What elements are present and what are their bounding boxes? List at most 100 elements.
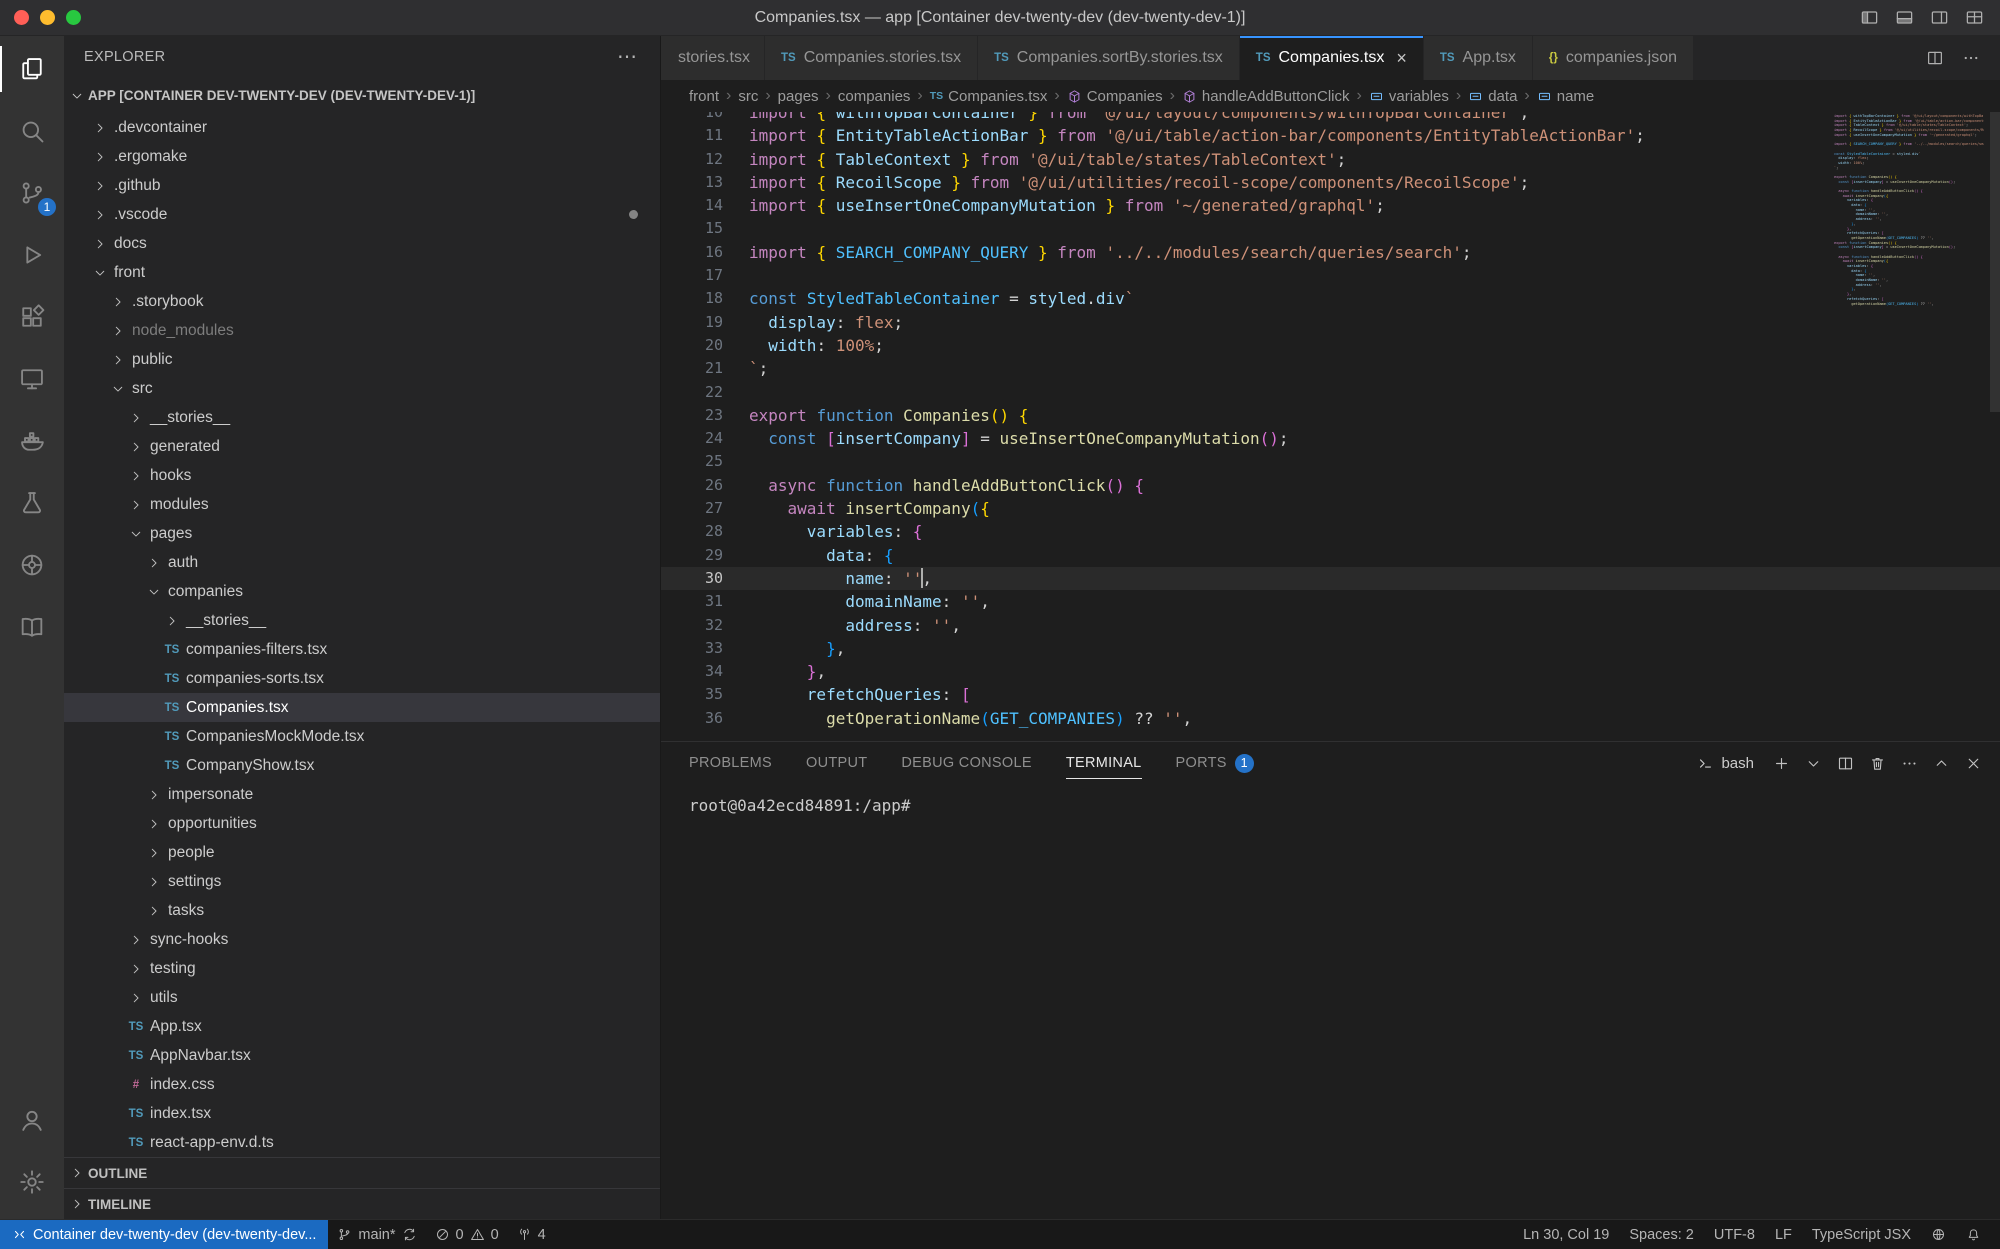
tree-item-ergomake[interactable]: .ergomake [64,142,660,171]
panel-tab-ports[interactable]: PORTS1 [1176,742,1254,784]
tree-item-appnavbar-tsx[interactable]: TSAppNavbar.tsx [64,1041,660,1070]
panel-tab-debug-console[interactable]: DEBUG CONSOLE [901,742,1031,784]
code-line-31[interactable]: 31 domainName: '', [661,590,2000,613]
tree-item-modules[interactable]: modules [64,490,660,519]
tree-item-tasks[interactable]: tasks [64,896,660,925]
tree-item-companiesmockmode-tsx[interactable]: TSCompaniesMockMode.tsx [64,722,660,751]
activity-item-settings[interactable] [0,1151,64,1213]
customize-layout-icon[interactable] [1965,8,1984,27]
tree-item-sync-hooks[interactable]: sync-hooks [64,925,660,954]
close-window-button[interactable] [14,10,29,25]
activity-item-remote-explorer[interactable] [0,348,64,410]
terminal-shell-selector[interactable]: bash [1697,755,1754,772]
close-tab-icon[interactable]: × [1396,49,1407,67]
tree-item-companies-filters-tsx[interactable]: TScompanies-filters.tsx [64,635,660,664]
tree-item-testing[interactable]: testing [64,954,660,983]
tree-item-people[interactable]: people [64,838,660,867]
breadcrumb-item-companies[interactable]: companies [838,88,911,105]
ports-indicator[interactable]: 4 [508,1220,555,1249]
code-line-29[interactable]: 29 data: { [661,544,2000,567]
code-line-25[interactable]: 25 [661,450,2000,473]
code-line-12[interactable]: 12import { TableContext } from '@/ui/tab… [661,148,2000,171]
tree-item-app-tsx[interactable]: TSApp.tsx [64,1012,660,1041]
cursor-position[interactable]: Ln 30, Col 19 [1514,1220,1618,1249]
eol[interactable]: LF [1766,1220,1801,1249]
code-line-19[interactable]: 19 display: flex; [661,311,2000,334]
tab-companies-stories-tsx[interactable]: TSCompanies.stories.tsx [765,36,978,80]
split-icon[interactable] [1837,755,1854,772]
tree-item-node-modules[interactable]: node_modules [64,316,660,345]
code-line-13[interactable]: 13import { RecoilScope } from '@/ui/util… [661,171,2000,194]
code-line-20[interactable]: 20 width: 100%; [661,334,2000,357]
section-outline[interactable]: OUTLINE [64,1157,660,1188]
panel-tab-problems[interactable]: PROBLEMS [689,742,772,784]
tree-item-companies[interactable]: companies [64,577,660,606]
tree-item-opportunities[interactable]: opportunities [64,809,660,838]
breadcrumb-item-name[interactable]: name [1537,88,1595,105]
tree-item-storybook[interactable]: .storybook [64,287,660,316]
activity-item-docker[interactable] [0,410,64,472]
notifications-bell-icon[interactable] [1957,1220,1990,1249]
plus-icon[interactable] [1773,755,1790,772]
tree-item-stories[interactable]: __stories__ [64,606,660,635]
tree-item-hooks[interactable]: hooks [64,461,660,490]
breadcrumb-item-variables[interactable]: variables [1369,88,1449,105]
code-line-32[interactable]: 32 address: '', [661,614,2000,637]
code-line-24[interactable]: 24 const [insertCompany] = useInsertOneC… [661,427,2000,450]
tab-companies-sortby-stories-tsx[interactable]: TSCompanies.sortBy.stories.tsx [978,36,1240,80]
activity-item-accounts[interactable] [0,1089,64,1151]
code-line-34[interactable]: 34 }, [661,660,2000,683]
code-line-11[interactable]: 11import { EntityTableActionBar } from '… [661,124,2000,147]
chevron-down-icon[interactable] [1805,755,1822,772]
tree-item-pages[interactable]: pages [64,519,660,548]
ellipsis-icon[interactable] [1901,755,1918,772]
tree-item-utils[interactable]: utils [64,983,660,1012]
code-line-30[interactable]: 30 name: '', [661,567,2000,590]
code-line-33[interactable]: 33 }, [661,637,2000,660]
git-branch-indicator[interactable]: main* [328,1220,425,1249]
code-editor[interactable]: 10import { withTopBarContainer } from '@… [661,112,2000,741]
code-line-18[interactable]: 18const StyledTableContainer = styled.di… [661,287,2000,310]
tree-item-index-tsx[interactable]: TSindex.tsx [64,1099,660,1128]
code-line-22[interactable]: 22 [661,381,2000,404]
terminal-body[interactable]: root@0a42ecd84891:/app# [661,784,2000,1219]
tree-item-settings[interactable]: settings [64,867,660,896]
close-icon[interactable] [1965,755,1982,772]
panel-tab-output[interactable]: OUTPUT [806,742,867,784]
tree-item-react-app-env-d-ts[interactable]: TSreact-app-env.d.ts [64,1128,660,1157]
editor-scrollbar[interactable] [1990,112,2000,412]
breadcrumb-item-front[interactable]: front [689,88,719,105]
encoding[interactable]: UTF-8 [1705,1220,1764,1249]
activity-item-run-debug[interactable] [0,224,64,286]
tree-item-impersonate[interactable]: impersonate [64,780,660,809]
tree-item-index-css[interactable]: #index.css [64,1070,660,1099]
activity-item-explorer[interactable] [0,38,64,100]
activity-item-source-control[interactable]: 1 [0,162,64,224]
ellipsis-icon[interactable] [1962,49,1980,67]
code-line-28[interactable]: 28 variables: { [661,520,2000,543]
tree-item-docs[interactable]: docs [64,229,660,258]
activity-item-test-explorer[interactable] [0,472,64,534]
tree-item-github[interactable]: .github [64,171,660,200]
minimap[interactable]: import { withTopBarContainer } from '@/u… [1834,114,1984,306]
globe-icon[interactable] [1922,1220,1955,1249]
split-icon[interactable] [1926,49,1944,67]
code-line-10[interactable]: 10import { withTopBarContainer } from '@… [661,112,2000,124]
tab-companies-tsx[interactable]: TSCompanies.tsx× [1240,36,1424,80]
tree-item-generated[interactable]: generated [64,432,660,461]
language-mode[interactable]: TypeScript JSX [1803,1220,1920,1249]
breadcrumb-item-companies-tsx[interactable]: TSCompanies.tsx [930,88,1048,105]
code-line-23[interactable]: 23export function Companies() { [661,404,2000,427]
breadcrumb-item-data[interactable]: data [1468,88,1517,105]
minimize-window-button[interactable] [40,10,55,25]
code-line-14[interactable]: 14import { useInsertOneCompanyMutation }… [661,194,2000,217]
indentation[interactable]: Spaces: 2 [1620,1220,1703,1249]
views-more-actions-icon[interactable]: ⋯ [617,52,638,62]
tree-item-auth[interactable]: auth [64,548,660,577]
remote-indicator[interactable]: Container dev-twenty-dev (dev-twenty-dev… [0,1220,328,1249]
toggle-panel-icon[interactable] [1895,8,1914,27]
tree-item-vscode[interactable]: .vscode [64,200,660,229]
tree-item-companies-sorts-tsx[interactable]: TScompanies-sorts.tsx [64,664,660,693]
zoom-window-button[interactable] [66,10,81,25]
tree-item-companyshow-tsx[interactable]: TSCompanyShow.tsx [64,751,660,780]
